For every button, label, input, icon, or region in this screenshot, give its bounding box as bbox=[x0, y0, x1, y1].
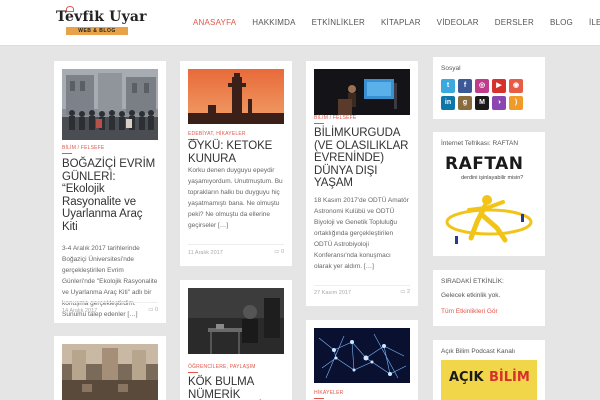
nav-item-blog[interactable]: BLOG bbox=[550, 0, 573, 46]
post-thumbnail[interactable] bbox=[314, 69, 410, 115]
post-category[interactable]: EDEBİYAT, HİKAYELER bbox=[188, 131, 246, 140]
post-category[interactable]: HİKAYELER bbox=[314, 390, 344, 399]
post-category[interactable]: ÖĞRENCİLERE, PAYLAŞIM bbox=[188, 364, 256, 373]
post-title[interactable]: KÖK BULMA NÜMERİK YÖNTEMLERİ bbox=[188, 376, 284, 400]
goodreads-icon[interactable]: g bbox=[458, 96, 472, 110]
nav-item-etkinlikler[interactable]: ETKİNLİKLER bbox=[312, 0, 365, 46]
post-excerpt: Korku denen duyguyu epeydir yaşamıyordum… bbox=[188, 167, 283, 229]
podcast-logo-b: BİLİM bbox=[489, 370, 530, 385]
comment-count: 0 bbox=[280, 249, 284, 255]
nav-item-kitaplar[interactable]: KİTAPLAR bbox=[381, 0, 421, 46]
post-comments[interactable]: ▭ 0 bbox=[148, 307, 158, 313]
nav-item-iletisim[interactable]: İLETİŞİM bbox=[589, 0, 600, 46]
events-link[interactable]: Tüm Etkinlikleri Gör bbox=[441, 308, 498, 315]
post-card[interactable]: ÖĞRENCİLERE, PAYLAŞIM KÖK BULMA NÜMERİK … bbox=[180, 280, 292, 400]
post-card[interactable]: BİLİM / FELSEFE BOĞAZİÇİ EVRİM GÜNLERİ: … bbox=[54, 61, 166, 323]
events-widget: SIRADAKİ ETKİNLİK: Gelecek etkinlik yok.… bbox=[433, 270, 545, 326]
logo-subtitle: WEB & BLOG bbox=[66, 27, 128, 35]
post-comments[interactable]: ▭ 2 bbox=[400, 289, 410, 295]
youtube-icon[interactable]: ▶ bbox=[492, 79, 506, 93]
podcast-logo[interactable]: AÇIK BİLİM bbox=[441, 360, 537, 400]
raftan-tagline: derdini işinlayabilir misin? bbox=[461, 175, 524, 181]
post-card[interactable]: EDEBİYAT, HİKAYELER ÖYKÜ: KETOKE KUNURA … bbox=[180, 61, 292, 266]
post-divider bbox=[314, 285, 410, 286]
post-card[interactable] bbox=[54, 336, 166, 400]
post-date: 11 Aralık 2017 bbox=[188, 250, 223, 256]
widget-title: SIRADAKİ ETKİNLİK: bbox=[441, 278, 504, 285]
post-thumbnail[interactable] bbox=[188, 69, 284, 124]
widget-title: Açık Bilim Podcast Kanalı bbox=[441, 348, 516, 355]
comment-icon: ▭ bbox=[400, 289, 406, 295]
patreon-icon[interactable]: ◉ bbox=[509, 79, 523, 93]
site-logo[interactable]: Tevfik Uyar WEB & BLOG bbox=[56, 6, 147, 40]
twitter-icon[interactable]: t bbox=[441, 79, 455, 93]
post-thumbnail[interactable] bbox=[314, 328, 410, 383]
post-divider bbox=[62, 302, 158, 303]
instagram-icon[interactable]: ◎ bbox=[475, 79, 489, 93]
nav-item-dersler[interactable]: DERSLER bbox=[495, 0, 534, 46]
facebook-icon[interactable]: f bbox=[458, 79, 472, 93]
nav-item-hakkimda[interactable]: HAKKIMDA bbox=[252, 0, 295, 46]
widget-title: Sosyal bbox=[441, 65, 461, 72]
comment-count: 0 bbox=[154, 307, 158, 313]
post-thumbnail[interactable] bbox=[62, 69, 158, 140]
social-icons: t f ◎ ▶ ◉ in g M ◑ ) bbox=[441, 79, 539, 110]
post-comments[interactable]: ▭ 0 bbox=[274, 249, 284, 255]
post-thumbnail[interactable] bbox=[62, 344, 158, 400]
spotify-icon[interactable]: ◑ bbox=[492, 96, 506, 110]
post-date: 27 Kasım 2017 bbox=[314, 290, 351, 296]
raftan-widget: İnternet Tefrikası: RAFTAN RAFTAN derdin… bbox=[433, 132, 545, 256]
post-date: 14 Aralık 2017 bbox=[62, 308, 98, 314]
post-title[interactable]: BOĞAZİÇİ EVRİM GÜNLERİ: “Ekolojik Rasyon… bbox=[62, 158, 158, 233]
site-header: Tevfik Uyar WEB & BLOG ANASAYFA HAKKIMDA… bbox=[0, 0, 600, 46]
nav-item-anasayfa[interactable]: ANASAYFA bbox=[193, 0, 236, 46]
logo-title: Tevfik Uyar bbox=[56, 9, 147, 25]
rss-icon[interactable]: ) bbox=[509, 96, 523, 110]
podcast-widget: Açık Bilim Podcast Kanalı AÇIK BİLİM bbox=[433, 340, 545, 400]
medium-icon[interactable]: M bbox=[475, 96, 489, 110]
post-category[interactable]: BİLİM / FELSEFE bbox=[62, 145, 104, 154]
raftan-figure-icon[interactable] bbox=[441, 184, 537, 250]
post-category[interactable]: BİLİM / FELSEFE bbox=[314, 115, 356, 124]
linkedin-icon[interactable]: in bbox=[441, 96, 455, 110]
nav-item-videolar[interactable]: VİDEOLAR bbox=[437, 0, 479, 46]
comment-count: 2 bbox=[406, 289, 410, 295]
comment-icon: ▭ bbox=[274, 249, 280, 255]
post-divider bbox=[188, 244, 284, 245]
events-text: Gelecek etkinlik yok. bbox=[441, 292, 501, 299]
raftan-logo[interactable]: RAFTAN bbox=[445, 154, 524, 174]
post-excerpt: 18 Kasım 2017'de ODTÜ Amatör Astronomi K… bbox=[314, 197, 409, 270]
podcast-logo-a: AÇIK bbox=[449, 370, 484, 385]
post-title[interactable]: ÖYKÜ: KETOKE KUNURA bbox=[188, 140, 284, 165]
widget-title: İnternet Tefrikası: RAFTAN bbox=[441, 140, 519, 147]
post-title[interactable]: BİLİMKURGUDA (VE OLASILIKLAR EVRENİNDE) … bbox=[314, 127, 414, 190]
post-thumbnail[interactable] bbox=[188, 288, 284, 354]
comment-icon: ▭ bbox=[148, 307, 154, 313]
post-card[interactable]: HİKAYELER bbox=[306, 320, 418, 400]
main-nav: ANASAYFA HAKKIMDA ETKİNLİKLER KİTAPLAR V… bbox=[193, 0, 600, 46]
social-widget: Sosyal t f ◎ ▶ ◉ in g M ◑ ) bbox=[433, 57, 545, 119]
post-card[interactable]: BİLİM / FELSEFE BİLİMKURGUDA (VE OLASILI… bbox=[306, 61, 418, 306]
